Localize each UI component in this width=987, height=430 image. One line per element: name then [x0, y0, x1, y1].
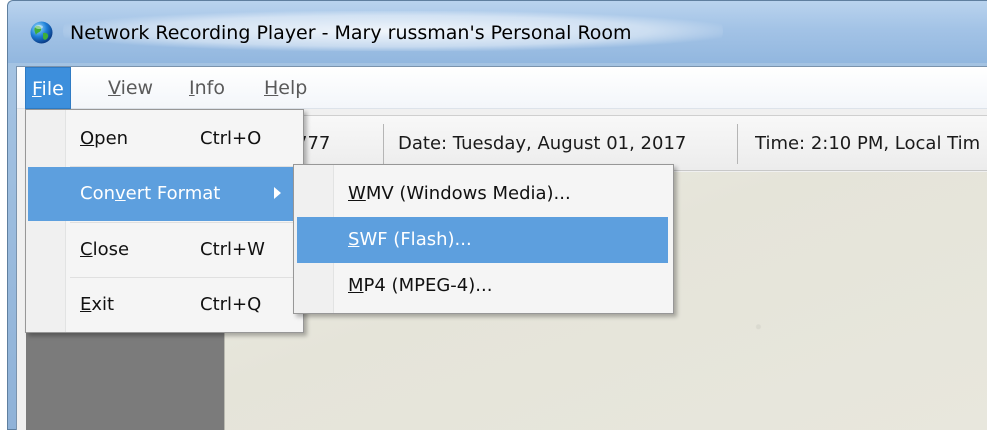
menu-help-label: elp: [278, 77, 308, 99]
menu-item-wmv-label: WMV (Windows Media)...: [348, 183, 571, 204]
convert-format-submenu: WMV (Windows Media)... SWF (Flash)... MP…: [293, 164, 674, 314]
menu-item-mp4[interactable]: MP4 (MPEG-4)...: [297, 263, 668, 309]
menu-file-mnemonic: F: [32, 78, 42, 100]
info-separator: [383, 124, 384, 164]
menu-item-exit-label: Exit: [80, 294, 115, 315]
menu-item-close[interactable]: Close Ctrl+W: [28, 223, 301, 277]
menu-item-exit[interactable]: Exit Ctrl+Q: [28, 278, 301, 332]
menu-info-label: nfo: [194, 77, 225, 99]
title-bar[interactable]: Network Recording Player - Mary russman'…: [8, 1, 987, 63]
menu-view[interactable]: View: [108, 67, 153, 109]
menu-info[interactable]: Info: [189, 67, 225, 109]
menu-help[interactable]: Help: [264, 67, 307, 109]
menu-item-swf[interactable]: SWF (Flash)...: [297, 217, 668, 263]
file-menu-dropdown: Open Ctrl+O Convert Format Close Ctrl+W …: [25, 109, 304, 333]
menu-item-close-shortcut: Ctrl+W: [200, 239, 265, 260]
menu-item-close-label: Close: [80, 239, 130, 260]
menu-item-open[interactable]: Open Ctrl+O: [28, 112, 301, 166]
menu-help-mnemonic: H: [264, 77, 279, 99]
menu-item-open-label: Open: [80, 128, 129, 149]
menu-item-convert-format[interactable]: Convert Format: [28, 167, 301, 221]
app-window: Network Recording Player - Mary russman'…: [0, 0, 987, 430]
menu-view-label: iew: [120, 77, 154, 99]
menu-bar: File View Info Help: [17, 67, 987, 109]
recording-info-bar: 777 Date: Tuesday, August 01, 2017 Time:…: [226, 115, 987, 171]
globe-icon[interactable]: [30, 21, 53, 44]
chevron-right-icon: [274, 187, 281, 199]
menu-item-mp4-label: MP4 (MPEG-4)...: [348, 275, 493, 296]
menu-item-open-shortcut: Ctrl+O: [200, 128, 262, 149]
menu-file-label: ile: [41, 78, 64, 100]
menu-file[interactable]: File: [25, 67, 71, 109]
menu-item-convert-label: Convert Format: [80, 183, 221, 204]
recording-time: Time: 2:10 PM, Local Tim: [755, 133, 981, 154]
window-title: Network Recording Player - Mary russman'…: [70, 22, 632, 44]
menu-item-wmv[interactable]: WMV (Windows Media)...: [297, 171, 668, 217]
menu-item-swf-label: SWF (Flash)...: [348, 229, 472, 250]
menu-item-exit-shortcut: Ctrl+Q: [200, 294, 262, 315]
menu-view-mnemonic: V: [108, 77, 121, 99]
info-separator: [737, 124, 738, 164]
